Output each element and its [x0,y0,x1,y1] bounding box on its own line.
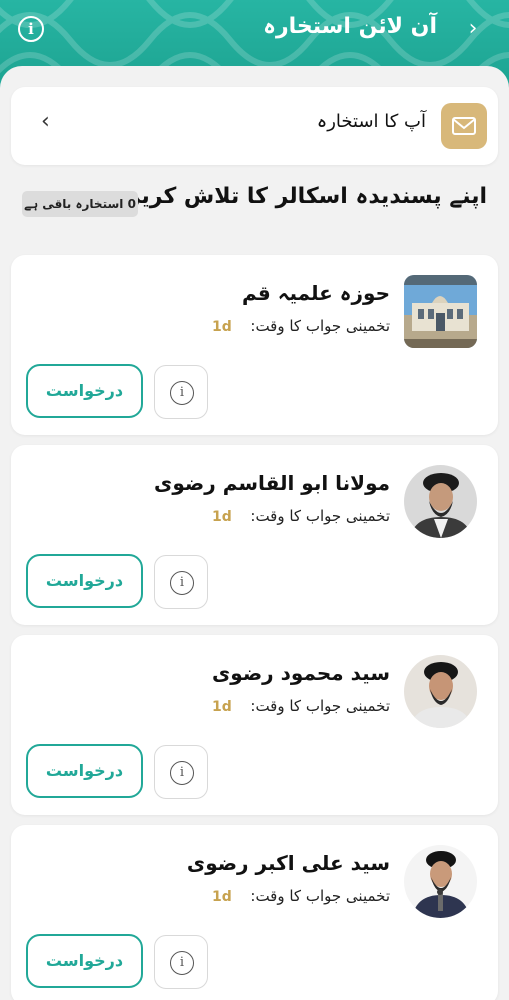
scholar-name: سید محمود رضوی [211,661,390,685]
scholar-name: سید علی اکبر رضوی [186,851,390,875]
info-icon: i [170,381,194,405]
eta-value: 1d [212,699,232,715]
info-icon: i [170,571,194,595]
request-button[interactable]: درخواست [26,934,143,988]
scholar-avatar [404,465,477,538]
request-button[interactable]: درخواست [26,554,143,608]
remaining-badge: 0 استخارہ باقی ہے [22,191,138,217]
eta-value: 1d [212,889,232,905]
request-button[interactable]: درخواست [26,364,143,418]
eta-label: تخمینی جواب کا وقت: [250,317,390,335]
page-title: آن لائن استخارہ [263,14,437,39]
mail-icon [441,103,487,149]
search-heading: اپنے پسندیدہ اسکالر کا تلاش کریں [121,184,487,209]
scholar-avatar [404,275,477,348]
scholar-card[interactable]: مولانا ابو القاسم رضوی تخمینی جواب کا وق… [11,445,498,625]
info-icon: i [170,761,194,785]
eta-value: 1d [212,509,232,525]
scholar-name: حوزہ علمیہ قم [241,281,390,305]
scholar-card[interactable]: سید علی اکبر رضوی تخمینی جواب کا وقت: 1d… [11,825,498,1000]
chevron-right-icon[interactable]: › [463,17,483,41]
info-icon: i [170,951,194,975]
scholar-info-button[interactable]: i [154,745,208,799]
request-button[interactable]: درخواست [26,744,143,798]
chevron-left-icon: ‹ [41,109,50,134]
your-istikhara-row[interactable]: آپ کا استخارہ ‹ [11,87,498,165]
scholar-info-button[interactable]: i [154,935,208,989]
eta-label: تخمینی جواب کا وقت: [250,507,390,525]
your-istikhara-label: آپ کا استخارہ [316,111,426,132]
scholar-card[interactable]: حوزہ علمیہ قم تخمینی جواب کا وقت: 1d i د… [11,255,498,435]
scholar-card[interactable]: سید محمود رضوی تخمینی جواب کا وقت: 1d i … [11,635,498,815]
scholar-avatar [404,655,477,728]
eta-value: 1d [212,319,232,335]
eta-label: تخمینی جواب کا وقت: [250,697,390,715]
eta-label: تخمینی جواب کا وقت: [250,887,390,905]
info-icon[interactable]: i [18,16,44,42]
scholar-avatar [404,845,477,918]
scholar-info-button[interactable]: i [154,365,208,419]
scholar-name: مولانا ابو القاسم رضوی [154,471,390,495]
scholar-info-button[interactable]: i [154,555,208,609]
